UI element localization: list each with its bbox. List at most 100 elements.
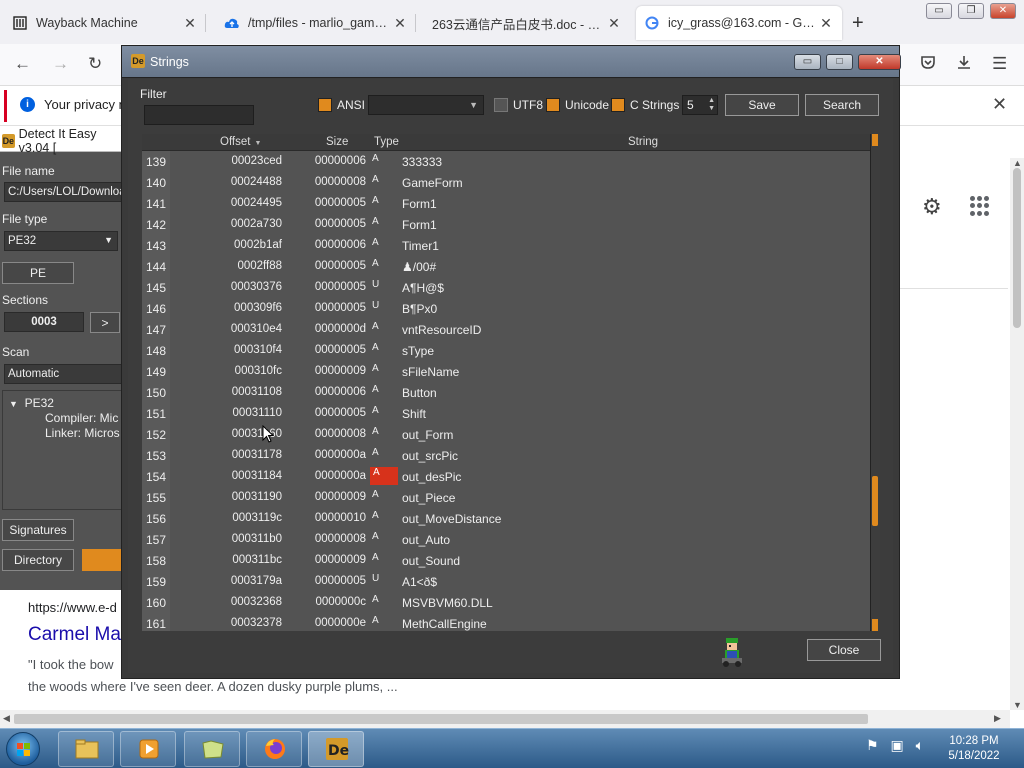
close-tab-icon[interactable]: ✕ (392, 15, 408, 32)
column-size[interactable]: Size (326, 136, 348, 148)
row-string: ♟/00# (402, 260, 437, 274)
table-row[interactable]: 161 00032378 0000000e A MethCallEngine (142, 613, 872, 631)
table-row[interactable]: 148 000310f4 00000005 AsType (142, 340, 872, 361)
network-icon[interactable]: ▣ (890, 737, 903, 753)
search-button[interactable]: Search (805, 94, 879, 116)
file-type-select[interactable]: PE32 ▼ (4, 231, 118, 251)
menu-icon[interactable]: ☰ (992, 54, 1007, 74)
pe-button[interactable]: PE (2, 262, 74, 284)
taskbar-detect-it-easy[interactable]: De (308, 731, 364, 767)
new-tab-button[interactable]: + (852, 12, 864, 35)
tab-wayback-machine[interactable]: Wayback Machine ✕ (4, 6, 206, 40)
strings-body: Filter ANSI ▼ UTF8 Unicode C Strings 5 ▲… (128, 79, 893, 673)
row-string: Timer1 (402, 239, 439, 253)
close-dialog-button[interactable]: ✕ (858, 54, 901, 70)
table-row[interactable]: 139 00023ced 00000006 A 333333 (142, 151, 872, 172)
row-offset: 00031178 (231, 449, 282, 461)
table-row[interactable]: 141 00024495 00000005 A Form1 (142, 193, 872, 214)
table-row[interactable]: 153 00031178 0000000a Aout_srcPic (142, 445, 872, 466)
table-row[interactable]: 142 0002a730 00000005 A Form1 (142, 214, 872, 235)
tab-google-mail[interactable]: icy_grass@163.com - Google ✕ (636, 6, 842, 40)
close-window-button[interactable]: ✕ (990, 3, 1016, 19)
table-row[interactable]: 149 000310fc 00000009 AsFileName (142, 361, 872, 382)
table-row[interactable]: 156 0003119c 00000010 Aout_MoveDistance (142, 508, 872, 529)
table-row[interactable]: 152 00031160 00000008 Aout_Form (142, 424, 872, 445)
tab-tmp-files[interactable]: /tmp/files - marlio_game_cle ✕ (216, 6, 416, 40)
file-name-field[interactable]: C:/Users/LOL/Downloa (4, 182, 124, 202)
close-banner-icon[interactable]: ✕ (992, 94, 1007, 115)
close-tab-icon[interactable]: ✕ (606, 15, 622, 32)
volume-icon[interactable]: 🔈︎ (916, 737, 924, 753)
folder-icon (202, 740, 224, 759)
column-type[interactable]: Type (374, 136, 399, 148)
column-offset[interactable]: Offset ▼ (220, 136, 261, 148)
reload-icon[interactable]: ↻ (88, 54, 102, 74)
min-length-stepper[interactable]: 5 ▲ ▼ (682, 95, 718, 115)
taskbar-media-player[interactable] (120, 731, 176, 767)
table-row[interactable]: 155 00031190 00000009 Aout_Piece (142, 487, 872, 508)
page-vertical-scrollbar[interactable]: ▲ ▼ (1010, 158, 1024, 710)
close-button[interactable]: Close (807, 639, 881, 661)
row-offset: 000310e4 (230, 323, 282, 335)
table-row[interactable]: 144 0002ff88 00000005 A ♟/00# (142, 256, 872, 277)
table-row[interactable]: 143 0002b1af 00000006 A Timer1 (142, 235, 872, 256)
row-number: 141 (146, 197, 167, 211)
row-offset: 000309f6 (234, 302, 282, 314)
table-row[interactable]: 157 000311b0 00000008 Aout_Auto (142, 529, 872, 550)
flag-icon[interactable]: ⚑ (866, 737, 879, 753)
table-row[interactable]: 150 00031108 00000006 A Button (142, 382, 872, 403)
table-row[interactable]: 160 00032368 0000000c A MSVBVM60.DLL (142, 592, 872, 613)
close-tab-icon[interactable]: ✕ (818, 15, 834, 32)
table-row[interactable]: 154 00031184 0000000a Aout_desPic (142, 466, 872, 487)
close-tab-icon[interactable]: ✕ (182, 15, 198, 32)
directory-button[interactable]: Directory (2, 549, 74, 571)
maximize-dialog-button[interactable]: □ (826, 54, 853, 70)
table-scrollbar[interactable] (870, 134, 880, 631)
clock[interactable]: 10:28 PM 5/18/2022 (940, 734, 1008, 764)
cstrings-checkbox[interactable] (611, 98, 625, 112)
unicode-checkbox[interactable] (546, 98, 560, 112)
encoding-select[interactable]: ▼ (368, 95, 484, 115)
table-row[interactable]: 140 00024488 00000008 A GameForm (142, 172, 872, 193)
scan-select[interactable]: Automatic (4, 364, 124, 384)
minimize-dialog-button[interactable]: ▭ (794, 54, 821, 70)
row-string: out_Piece (402, 491, 456, 505)
utf8-checkbox[interactable] (494, 98, 508, 112)
save-button[interactable]: Save (725, 94, 799, 116)
taskbar-firefox[interactable] (246, 731, 302, 767)
result-url[interactable]: https://www.e-d (28, 600, 117, 615)
row-type: A (372, 258, 379, 269)
result-title[interactable]: Carmel Ma (28, 624, 121, 646)
apps-grid-icon[interactable] (970, 196, 990, 216)
row-number: 145 (146, 281, 167, 295)
page-horizontal-scrollbar[interactable]: ◀ ▶ (0, 710, 1010, 728)
pocket-icon[interactable] (920, 54, 936, 75)
signatures-button[interactable]: Signatures (2, 519, 74, 541)
table-row[interactable]: 147 000310e4 0000000d AvntResourceID (142, 319, 872, 340)
downloads-icon[interactable] (956, 54, 972, 75)
start-button[interactable] (6, 732, 40, 766)
restore-window-button[interactable]: ❐ (958, 3, 984, 19)
sections-button[interactable]: > (90, 312, 120, 333)
taskbar-folder[interactable] (184, 731, 240, 767)
table-row[interactable]: 145 00030376 00000005 U A¶H@$ (142, 277, 872, 298)
minimize-window-button[interactable]: ▭ (926, 3, 952, 19)
table-row[interactable]: 158 000311bc 00000009 Aout_Sound (142, 550, 872, 571)
archive-icon (12, 15, 28, 31)
filter-input[interactable] (144, 105, 254, 125)
gear-icon[interactable]: ⚙ (922, 194, 942, 220)
ansi-checkbox[interactable] (318, 98, 332, 112)
row-type: A (372, 447, 379, 458)
column-string[interactable]: String (628, 136, 658, 148)
tree-root[interactable]: ▼ PE32 (9, 396, 54, 410)
forward-icon[interactable]: → (52, 54, 69, 74)
table-row[interactable]: 151 00031110 00000005 A Shift (142, 403, 872, 424)
tab-263-doc[interactable]: 263云通信产品白皮书.doc - 263y ✕ (424, 6, 630, 40)
taskbar-explorer[interactable] (58, 731, 114, 767)
orange-button[interactable] (82, 549, 126, 571)
table-row[interactable]: 146 000309f6 00000005 U B¶Px0 (142, 298, 872, 319)
mouse-pointer-icon (262, 425, 274, 443)
table-row[interactable]: 159 0003179a 00000005 U A1<ð$ (142, 571, 872, 592)
row-offset: 00031190 (231, 491, 282, 503)
back-icon[interactable]: ← (14, 54, 31, 74)
